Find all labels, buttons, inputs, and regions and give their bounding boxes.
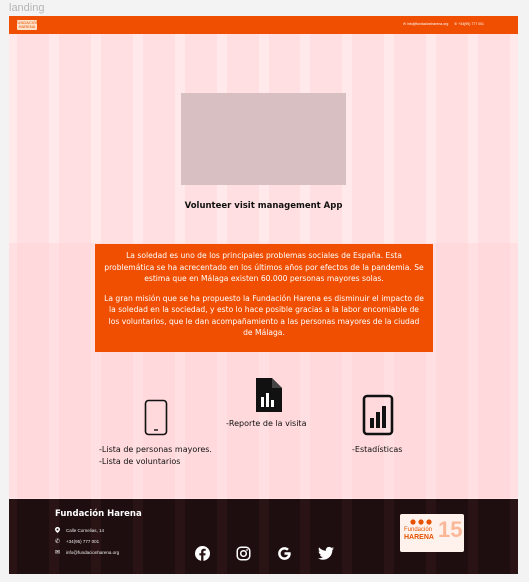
footer-phone[interactable]: +34(95) 777 001	[66, 539, 99, 544]
header-phone-text: +34(95) 777 001	[458, 22, 484, 26]
hero-image-placeholder	[181, 93, 346, 185]
phone-device-icon	[144, 399, 168, 436]
hero-title: Volunteer visit management App	[184, 201, 343, 211]
logo-dots-icon	[410, 519, 432, 525]
header-email-text: info@fundacionharena.org	[406, 22, 449, 26]
header-logo[interactable]: FUNDACIÓN HARENA	[15, 20, 39, 30]
footer-logo[interactable]: Fundación HARENA 15	[400, 514, 464, 552]
footer: Fundación Harena Calle Cornelias, 14 ✆ +…	[9, 499, 518, 574]
feature-lists-line-2: -Lista de voluntarios	[99, 457, 181, 466]
mail-icon: ✉	[403, 22, 406, 26]
intro-paragraph-1: La soledad es uno de los principales pro…	[104, 251, 424, 283]
footer-address: Calle Cornelias, 14	[66, 527, 105, 533]
footer-foundation-name: Fundación Harena	[55, 509, 142, 519]
header-contact: ✉ info@fundacionharena.org ✆ +34(95) 777…	[403, 22, 484, 26]
logo-line-1: Fundación	[404, 527, 433, 533]
report-file-icon	[256, 378, 282, 412]
header-email[interactable]: ✉ info@fundacionharena.org	[403, 22, 448, 26]
stats-chart-icon	[362, 394, 394, 436]
logo-line-2: HARENA	[404, 534, 434, 541]
footer-phone-row: ✆ +34(95) 777 001	[55, 538, 99, 545]
footer-email[interactable]: info@fundacionharena.org	[66, 550, 119, 555]
footer-address-row: Calle Cornelias, 14	[55, 527, 104, 533]
location-pin-icon	[55, 527, 60, 533]
top-bar: FUNDACIÓN HARENA ✉ info@fundacionharena.…	[9, 16, 518, 34]
feature-lists: -Lista de personas mayores. -Lista de vo…	[99, 444, 212, 468]
frame-label: landing	[9, 2, 45, 14]
intro-paragraph-2: La gran misión que se ha propuesto la Fu…	[104, 293, 424, 338]
footer-email-row: ✉ info@fundacionharena.org	[55, 549, 119, 556]
header-logo-text: FUNDACIÓN HARENA	[15, 20, 39, 29]
landing-artboard: FUNDACIÓN HARENA ✉ info@fundacionharena.…	[9, 16, 518, 574]
feature-lists-line-1: -Lista de personas mayores.	[99, 445, 212, 454]
phone-icon: ✆	[55, 539, 61, 545]
feature-stats: -Estadísticas	[352, 445, 403, 454]
instagram-icon[interactable]	[236, 546, 251, 561]
facebook-icon[interactable]	[195, 546, 210, 561]
header-phone[interactable]: ✆ +34(95) 777 001	[454, 22, 484, 26]
intro-box: La soledad es uno de los principales pro…	[95, 244, 433, 352]
twitter-icon[interactable]	[318, 546, 334, 561]
feature-report: -Reporte de la visita	[226, 419, 307, 428]
phone-icon: ✆	[454, 22, 458, 26]
google-icon[interactable]	[277, 546, 292, 561]
logo-anniversary-number: 15	[438, 517, 463, 542]
mail-icon: ✉	[55, 550, 61, 556]
